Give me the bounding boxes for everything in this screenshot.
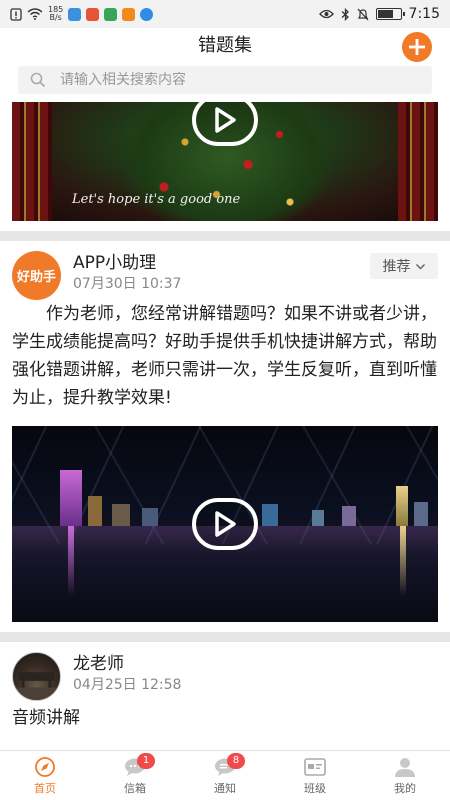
network-speed-unit: B/s	[49, 13, 62, 22]
status-right-icons: 7:15	[318, 6, 440, 22]
post-time: 04月25日 12:58	[73, 677, 182, 693]
unread-badge: 8	[227, 753, 245, 769]
tab-home[interactable]: 首页	[0, 751, 90, 800]
feed-post[interactable]: 好助手 APP小助理 07月30日 10:37 推荐 作为老师，您经常讲解错题吗…	[0, 241, 450, 412]
thumbnail-building	[312, 510, 324, 526]
chevron-down-icon	[415, 263, 425, 270]
eye-icon	[318, 9, 334, 19]
plus-icon	[409, 39, 425, 55]
avatar[interactable]	[12, 652, 61, 701]
wifi-icon	[27, 8, 43, 20]
search-input[interactable]	[60, 72, 380, 88]
tab-notifications[interactable]: 8 通知	[180, 751, 270, 800]
tab-label: 班级	[304, 781, 326, 795]
status-time: 7:15	[408, 6, 440, 22]
post-meta: 龙老师 04月25日 12:58	[73, 652, 181, 700]
play-icon	[215, 107, 236, 133]
post-body: 音频讲解	[12, 708, 80, 728]
feed-post[interactable]: 龙老师 04月25日 12:58 音频讲解	[0, 642, 450, 732]
post-time: 07月30日 10:37	[73, 276, 182, 292]
thumbnail-decoration	[398, 102, 438, 221]
recommend-label: 推荐	[382, 259, 411, 275]
post-author: APP小助理	[73, 253, 157, 273]
tab-label: 首页	[34, 781, 56, 795]
thumbnail-building	[112, 504, 130, 526]
search-icon	[30, 72, 46, 88]
status-bar: 185 B/s 7:15	[0, 0, 450, 28]
thumbnail-building	[142, 508, 158, 526]
video-thumbnail[interactable]: Let's hope it's a good one	[12, 102, 438, 221]
bluetooth-icon	[341, 7, 349, 21]
avatar[interactable]: 好助手	[12, 251, 61, 300]
video-caption: Let's hope it's a good one	[72, 192, 241, 207]
thumbnail-decoration	[12, 102, 52, 221]
post-meta: APP小助理 07月30日 10:37	[73, 251, 181, 299]
id-card-icon	[304, 757, 326, 776]
app-notification-icon	[68, 7, 82, 21]
post-body: 作为老师，您经常讲解错题吗？如果不讲或者少讲，学生成绩能提高吗？好助手提供手机快…	[12, 304, 437, 408]
search-bar[interactable]	[18, 66, 432, 94]
tab-label: 我的	[394, 781, 416, 795]
post-header: 龙老师 04月25日 12:58	[12, 642, 438, 701]
app-notification-icon	[122, 7, 136, 21]
network-speed: 185 B/s	[48, 6, 63, 22]
person-icon	[395, 757, 415, 777]
status-left-icons: 185 B/s	[10, 6, 154, 22]
thumbnail-reflection	[68, 526, 74, 596]
feed-divider	[0, 231, 450, 241]
bottom-tab-bar: 首页 1 信箱 8 通知 班级 我的	[0, 750, 450, 800]
battery-level-fill	[377, 10, 393, 18]
thumbnail-building	[414, 502, 428, 526]
app-notification-icon	[104, 7, 118, 21]
thumbnail-building	[262, 504, 278, 526]
feed-divider	[0, 632, 450, 642]
app-notification-icon	[140, 7, 154, 21]
battery-indicator	[375, 8, 405, 20]
recommend-dropdown[interactable]: 推荐	[370, 253, 438, 279]
tab-profile[interactable]: 我的	[360, 751, 450, 800]
tab-label: 通知	[214, 781, 236, 795]
tab-label: 信箱	[124, 781, 146, 795]
avatar-photo-icon	[13, 672, 60, 700]
unread-badge: 1	[137, 753, 155, 769]
sim-alert-icon	[10, 7, 22, 21]
tab-class[interactable]: 班级	[270, 751, 360, 800]
post-author: 龙老师	[73, 654, 124, 674]
tab-mailbox[interactable]: 1 信箱	[90, 751, 180, 800]
play-icon	[215, 511, 236, 537]
play-button[interactable]	[192, 498, 258, 550]
thumbnail-building	[60, 470, 82, 526]
mute-bell-icon	[357, 8, 369, 20]
thumbnail-building	[88, 496, 102, 526]
add-button[interactable]	[402, 32, 432, 62]
thumbnail-building	[396, 486, 408, 526]
play-button[interactable]	[192, 102, 258, 146]
thumbnail-reflection	[400, 526, 406, 596]
page-title: 错题集	[198, 35, 252, 56]
thumbnail-building	[342, 506, 356, 526]
post-header: 好助手 APP小助理 07月30日 10:37 推荐	[12, 241, 438, 300]
app-header: 错题集	[0, 28, 450, 64]
feed[interactable]: Let's hope it's a good one 好助手 APP小助理 07…	[0, 102, 450, 750]
compass-icon	[35, 756, 55, 777]
app-notification-icon	[86, 7, 100, 21]
video-thumbnail[interactable]	[12, 426, 438, 622]
